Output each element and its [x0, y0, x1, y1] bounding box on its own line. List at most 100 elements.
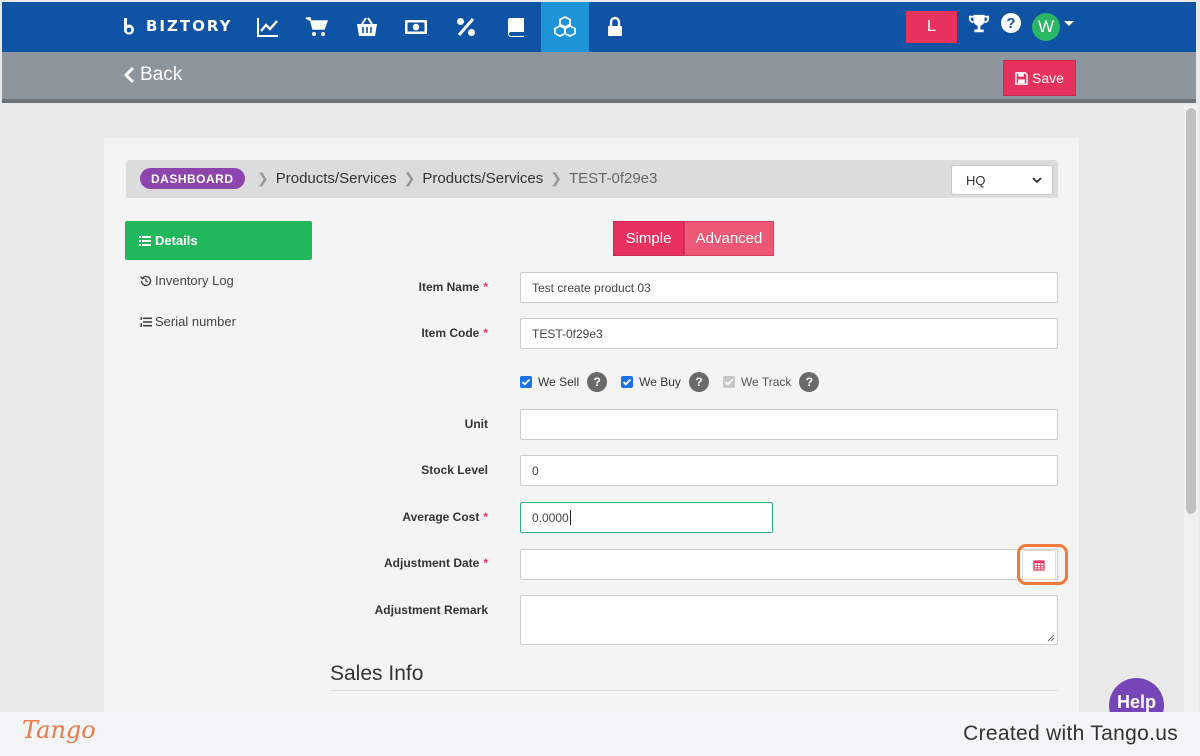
adjustment-date-input[interactable] — [520, 549, 1058, 580]
help-question-icon[interactable]: ? — [688, 372, 709, 392]
calendar-icon — [1033, 560, 1045, 571]
checkbox-checked-disabled — [722, 376, 735, 388]
floppy-disk-icon — [1015, 71, 1028, 85]
scrollbar-thumb[interactable] — [1186, 108, 1196, 514]
basket-icon — [357, 17, 377, 36]
item-flags: We Sell ? We Buy ? We Track ? — [520, 372, 833, 392]
we-buy-label: We Buy — [639, 375, 681, 389]
back-label: Back — [140, 64, 183, 85]
unit-input[interactable] — [520, 409, 1058, 440]
adjustment-date-label: Adjustment Date * — [383, 556, 488, 570]
check-icon — [724, 378, 734, 386]
adjustment-remark-textarea[interactable] — [520, 595, 1058, 645]
sidebar-item-label: Inventory Log — [155, 273, 234, 288]
cubes-icon — [554, 15, 576, 38]
action-bar: Back Save — [2, 52, 1196, 103]
chart-line-icon — [257, 18, 278, 37]
money-icon — [405, 20, 427, 34]
item-name-value: Test create product 03 — [532, 280, 651, 295]
help-question-icon[interactable]: ? — [799, 372, 820, 392]
required-marker: * — [483, 326, 488, 340]
tango-logo: Tango — [22, 716, 96, 744]
save-button[interactable]: Save — [1003, 60, 1076, 96]
lock-icon — [608, 16, 622, 36]
biztory-logo-icon — [124, 18, 134, 35]
item-name-label: Item Name * — [418, 280, 488, 294]
we-track-label: We Track — [740, 375, 792, 389]
resize-handle-icon[interactable] — [1047, 634, 1055, 642]
chevron-right-icon: ❯ — [257, 170, 269, 186]
cart-icon — [305, 17, 329, 36]
branch-select-value: HQ — [966, 172, 986, 188]
we-track-checkbox: We Track ? — [722, 372, 820, 392]
breadcrumb-item[interactable]: Products/Services — [276, 170, 397, 187]
breadcrumb-current: TEST-0f29e3 — [568, 170, 658, 187]
brand-logo[interactable]: BIZTORY — [120, 16, 232, 36]
book-icon — [508, 18, 524, 37]
top-navbar: BIZTORY L ? W — [2, 2, 1196, 52]
average-cost-label: Average Cost * — [402, 510, 488, 524]
text-cursor — [569, 510, 571, 525]
nav-reports[interactable] — [244, 2, 292, 52]
date-picker-button[interactable] — [1022, 550, 1056, 580]
section-divider — [330, 690, 1058, 691]
item-code-label: Item Code * — [421, 326, 488, 340]
brand-name: BIZTORY — [146, 17, 233, 35]
sidebar-item-serial-number[interactable]: Serial number — [140, 314, 236, 329]
required-marker: * — [483, 510, 488, 524]
trophy-icon[interactable] — [968, 13, 990, 35]
we-sell-checkbox[interactable]: We Sell ? — [520, 372, 608, 392]
check-icon — [521, 378, 531, 386]
chevron-right-icon: ❯ — [550, 170, 562, 186]
chevron-right-icon: ❯ — [403, 170, 416, 186]
breadcrumb-item[interactable]: Products/Services — [422, 170, 543, 187]
back-button[interactable]: Back — [122, 64, 182, 86]
help-question-icon[interactable]: ? — [1001, 13, 1021, 33]
sidebar-item-inventory-log[interactable]: Inventory Log — [140, 273, 234, 288]
help-question-icon[interactable]: ? — [587, 372, 608, 392]
numbered-list-icon — [140, 316, 152, 327]
we-sell-label: We Sell — [538, 375, 580, 389]
chevron-left-icon — [123, 66, 135, 84]
checkbox-checked — [520, 376, 532, 388]
required-marker: * — [483, 280, 488, 294]
nav-sales[interactable] — [293, 2, 341, 52]
user-avatar[interactable]: W — [1032, 13, 1060, 41]
average-cost-input[interactable]: 0.0000 — [520, 502, 773, 533]
tango-footer: Tango Created with Tango.us — [0, 712, 1200, 756]
sidebar-item-label: Serial number — [155, 314, 236, 329]
history-icon — [140, 275, 152, 286]
breadcrumb-dashboard[interactable]: DASHBOARD — [140, 168, 245, 189]
tab-advanced[interactable]: Advanced — [684, 221, 774, 256]
checkbox-checked — [621, 376, 634, 388]
breadcrumb: DASHBOARD ❯ Products/Services ❯ Products… — [126, 160, 1058, 198]
sidebar-item-details[interactable]: Details — [125, 221, 312, 260]
tango-credit: Created with Tango.us — [963, 722, 1178, 745]
nav-products[interactable] — [541, 2, 589, 52]
nav-settings-lock[interactable] — [591, 2, 639, 52]
nav-tax[interactable] — [442, 2, 490, 52]
percent-icon — [457, 18, 475, 36]
stock-level-value: 0 — [532, 463, 539, 478]
item-code-value: TEST-0f29e3 — [532, 326, 603, 341]
tab-simple[interactable]: Simple — [613, 221, 684, 256]
unit-label: Unit — [464, 417, 488, 431]
chevron-down-icon — [1032, 177, 1042, 184]
company-switcher-button[interactable]: L — [906, 11, 957, 43]
section-title-sales-info: Sales Info — [330, 662, 424, 685]
item-name-input[interactable]: Test create product 03 — [520, 272, 1058, 303]
nav-purchases[interactable] — [343, 2, 391, 52]
breadcrumb-trail: ❯ Products/Services ❯ Products/Services … — [250, 170, 657, 187]
mode-toggle: Simple Advanced — [613, 221, 774, 256]
chevron-down-icon[interactable] — [1064, 21, 1074, 26]
save-label: Save — [1032, 70, 1064, 86]
item-code-input[interactable]: TEST-0f29e3 — [520, 318, 1058, 349]
nav-accounting[interactable] — [492, 2, 540, 52]
stock-level-input[interactable]: 0 — [520, 455, 1058, 486]
adjustment-remark-label: Adjustment Remark — [374, 603, 488, 617]
branch-select[interactable]: HQ — [951, 165, 1053, 195]
we-buy-checkbox[interactable]: We Buy ? — [621, 372, 709, 392]
average-cost-value: 0.0000 — [532, 510, 569, 525]
list-icon — [139, 235, 151, 246]
nav-banking[interactable] — [392, 2, 440, 52]
